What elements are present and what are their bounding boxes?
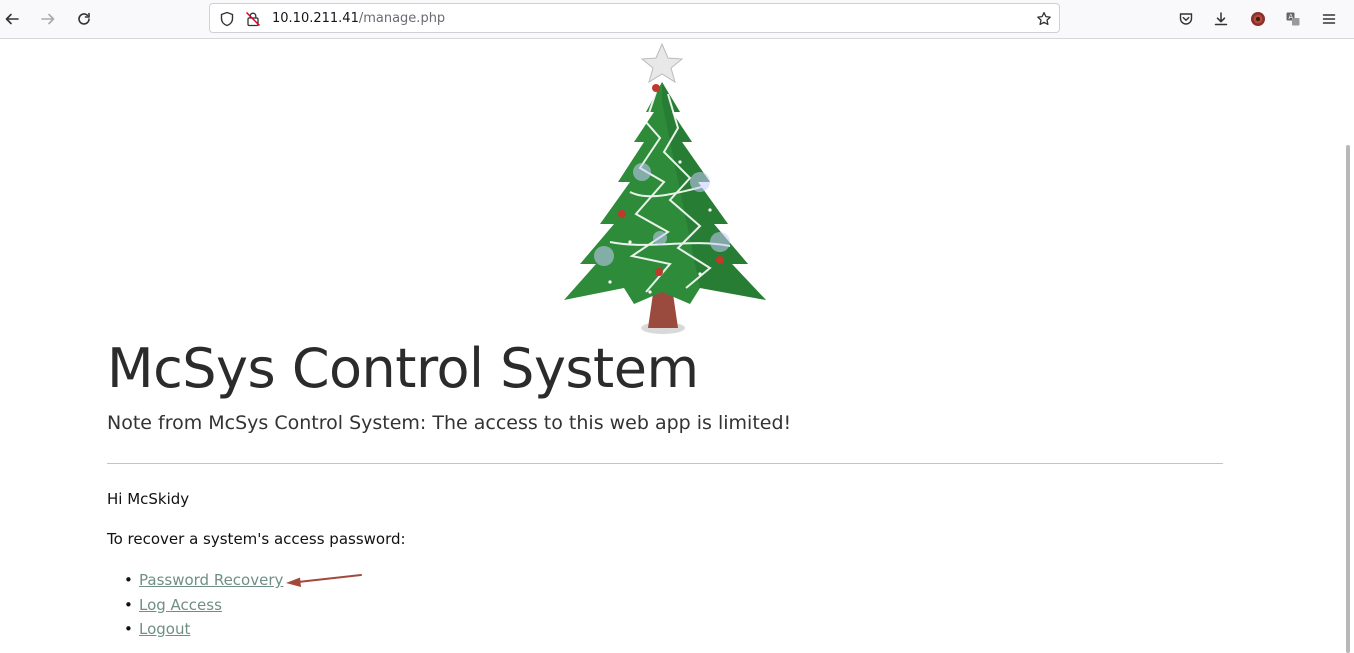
shield-icon[interactable] <box>219 11 235 27</box>
action-links-list: • Password Recovery • Log Access • Logou… <box>107 570 283 644</box>
insecure-lock-icon[interactable] <box>245 11 261 27</box>
list-item: • Password Recovery <box>107 570 283 595</box>
browser-toolbar: 10.10.211.41/manage.php A <box>0 0 1354 39</box>
pocket-icon[interactable] <box>1174 7 1198 31</box>
download-icon[interactable] <box>1209 7 1233 31</box>
list-bullet: • <box>124 571 133 589</box>
forward-icon[interactable] <box>36 7 60 31</box>
annotation-arrow-icon <box>286 574 362 587</box>
password-recovery-link[interactable]: Password Recovery <box>139 571 283 589</box>
log-access-link[interactable]: Log Access <box>139 596 222 614</box>
url-host: 10.10.211.41 <box>272 11 359 26</box>
url-bar[interactable]: 10.10.211.41/manage.php <box>209 3 1060 33</box>
christmas-tree-image <box>564 42 766 334</box>
translate-icon[interactable]: A <box>1281 7 1305 31</box>
reload-icon[interactable] <box>72 7 96 31</box>
list-bullet: • <box>124 620 133 638</box>
menu-icon[interactable] <box>1317 7 1341 31</box>
list-item: • Log Access <box>107 595 283 620</box>
back-icon[interactable] <box>0 7 24 31</box>
url-path: /manage.php <box>358 11 446 26</box>
page-scrollbar[interactable] <box>1346 145 1350 653</box>
bookmark-star-icon[interactable] <box>1036 11 1052 27</box>
access-note: Note from McSys Control System: The acce… <box>107 412 792 434</box>
logout-link[interactable]: Logout <box>139 620 190 638</box>
list-bullet: • <box>124 595 133 614</box>
greeting-text: Hi McSkidy <box>107 490 190 508</box>
instruction-text: To recover a system's access password: <box>107 530 406 548</box>
profile-icon[interactable] <box>1246 7 1270 31</box>
url-text[interactable]: 10.10.211.41/manage.php <box>272 11 445 27</box>
page-title: McSys Control System <box>107 337 699 400</box>
list-item: • Logout <box>107 619 283 644</box>
divider <box>107 463 1223 464</box>
